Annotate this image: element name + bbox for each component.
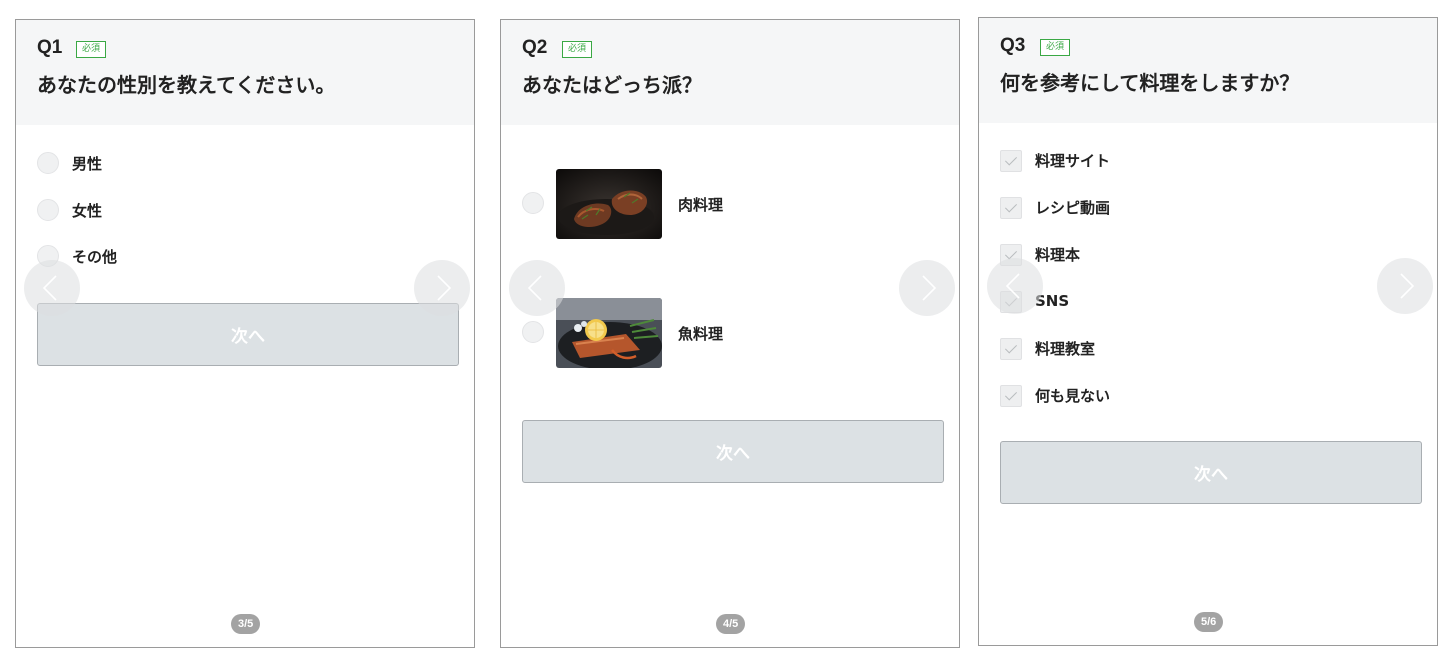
option-label[interactable]: 料理サイト: [1035, 150, 1110, 171]
radio-option-fish[interactable]: [522, 321, 544, 343]
checkbox-option-recipe-site[interactable]: [1000, 150, 1022, 172]
survey-card-q2: Q2 必須 あなたはどっち派？ 肉料理 魚料理 次へ 4/5: [500, 19, 960, 648]
chevron-right-icon: [1400, 273, 1415, 299]
next-arrow-button[interactable]: [414, 260, 470, 316]
prev-arrow-button[interactable]: [509, 260, 565, 316]
chevron-left-icon: [42, 275, 57, 301]
question-number: Q1: [37, 37, 63, 58]
option-label[interactable]: 男性: [72, 153, 102, 174]
question-number: Q3: [1000, 35, 1026, 56]
next-button[interactable]: 次へ: [1000, 441, 1422, 504]
option-label[interactable]: 魚料理: [678, 323, 723, 344]
question-header: Q1 必須 あなたの性別を教えてください。: [16, 20, 474, 125]
prev-arrow-button[interactable]: [24, 260, 80, 316]
checkbox-option-recipe-video[interactable]: [1000, 197, 1022, 219]
chevron-left-icon: [1005, 273, 1020, 299]
option-label[interactable]: 女性: [72, 200, 102, 221]
page-indicator: 5/6: [1194, 612, 1224, 632]
survey-card-q3: Q3 必須 何を参考にして料理をしますか？ 料理サイト レシピ動画 料理本 SN…: [978, 17, 1438, 646]
checkbox-option-cooking-class[interactable]: [1000, 338, 1022, 360]
meat-dish-image[interactable]: [556, 169, 662, 239]
next-button[interactable]: 次へ: [522, 420, 944, 483]
radio-option-male[interactable]: [37, 152, 59, 174]
fish-dish-image[interactable]: [556, 298, 662, 368]
next-arrow-button[interactable]: [1377, 258, 1433, 314]
option-label[interactable]: 肉料理: [678, 194, 723, 215]
radio-option-meat[interactable]: [522, 192, 544, 214]
checkbox-option-none[interactable]: [1000, 385, 1022, 407]
question-number: Q2: [522, 37, 548, 58]
chevron-right-icon: [437, 275, 452, 301]
next-button[interactable]: 次へ: [37, 303, 459, 366]
required-badge: 必須: [1040, 39, 1070, 56]
question-text: あなたはどっち派？: [522, 73, 702, 97]
radio-option-female[interactable]: [37, 199, 59, 221]
page-indicator: 3/5: [231, 614, 261, 634]
prev-arrow-button[interactable]: [987, 258, 1043, 314]
question-header: Q3 必須 何を参考にして料理をしますか？: [979, 18, 1437, 123]
option-label[interactable]: 何も見ない: [1035, 385, 1110, 406]
question-text: 何を参考にして料理をしますか？: [1000, 71, 1300, 95]
chevron-right-icon: [922, 275, 937, 301]
chevron-left-icon: [527, 275, 542, 301]
required-badge: 必須: [562, 41, 592, 58]
survey-card-q1: Q1 必須 あなたの性別を教えてください。 男性 女性 その他 次へ 3/5: [15, 19, 475, 648]
next-arrow-button[interactable]: [899, 260, 955, 316]
option-label[interactable]: レシピ動画: [1035, 197, 1110, 218]
option-label[interactable]: 料理教室: [1035, 338, 1095, 359]
question-header: Q2 必須 あなたはどっち派？: [501, 20, 959, 125]
page-indicator: 4/5: [716, 614, 746, 634]
question-text: あなたの性別を教えてください。: [37, 73, 336, 97]
required-badge: 必須: [76, 41, 106, 58]
